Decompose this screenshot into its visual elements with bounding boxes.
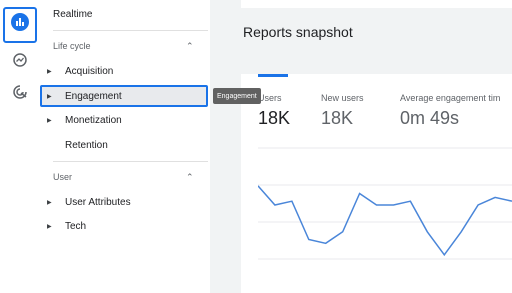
- active-metric-indicator: [258, 74, 288, 77]
- nav-item-label: Tech: [65, 220, 87, 232]
- chevron-up-icon: ⌃: [186, 171, 194, 182]
- reports-nav-button[interactable]: [3, 7, 37, 43]
- nav-item-label: Realtime: [53, 8, 93, 20]
- icon-rail: [0, 0, 40, 293]
- reports-nav-panel: Realtime Life cycle ⌃ ▶ Acquisition ▶ En…: [40, 0, 210, 293]
- main-content: Reports snapshot Users 18K New users 18K…: [210, 0, 512, 293]
- metric-new-users-label[interactable]: New users: [321, 93, 364, 103]
- tooltip: Engagement: [213, 88, 261, 104]
- expand-arrow-icon: ▶: [47, 117, 52, 124]
- nav-item-monetization[interactable]: ▶ Monetization: [40, 110, 210, 130]
- expand-arrow-icon: ▶: [47, 93, 52, 100]
- chart-series-line: [258, 185, 512, 257]
- nav-item-label: Acquisition: [65, 65, 114, 77]
- nav-item-label: Monetization: [65, 114, 122, 126]
- nav-item-tech[interactable]: ▶ Tech: [40, 216, 210, 236]
- chevron-up-icon: ⌃: [186, 40, 194, 51]
- users-line-chart: [258, 147, 512, 260]
- metric-new-users-value: 18K: [321, 108, 354, 128]
- metric-avg-engagement-label[interactable]: Average engagement tim: [400, 93, 512, 103]
- nav-item-user-attributes[interactable]: ▶ User Attributes: [40, 192, 210, 212]
- nav-item-label: Retention: [65, 139, 108, 151]
- section-label: User: [53, 172, 73, 182]
- nav-item-label: User Attributes: [65, 196, 131, 208]
- explore-icon[interactable]: [12, 52, 28, 68]
- metric-users-value: 18K: [258, 108, 291, 128]
- expand-arrow-icon: ▶: [47, 68, 52, 75]
- section-label: Life cycle: [53, 41, 91, 51]
- metric-users-label[interactable]: Users: [258, 93, 282, 103]
- page-title: Reports snapshot: [243, 24, 353, 40]
- divider: [53, 30, 208, 31]
- nav-section-user[interactable]: User ⌃: [40, 167, 210, 187]
- metric-avg-engagement-value: 0m 49s: [400, 108, 460, 128]
- nav-item-engagement[interactable]: ▶ Engagement: [40, 85, 208, 107]
- nav-item-label: Engagement: [65, 90, 122, 102]
- nav-item-retention[interactable]: Retention: [40, 135, 210, 155]
- nav-item-realtime[interactable]: Realtime: [40, 4, 210, 24]
- expand-arrow-icon: ▶: [47, 199, 52, 206]
- nav-item-acquisition[interactable]: ▶ Acquisition: [40, 61, 210, 81]
- expand-arrow-icon: ▶: [47, 223, 52, 230]
- divider: [53, 161, 208, 162]
- nav-section-life-cycle[interactable]: Life cycle ⌃: [40, 36, 210, 56]
- header-card: [241, 0, 512, 8]
- advertising-icon[interactable]: [12, 84, 28, 100]
- reports-icon: [11, 13, 29, 31]
